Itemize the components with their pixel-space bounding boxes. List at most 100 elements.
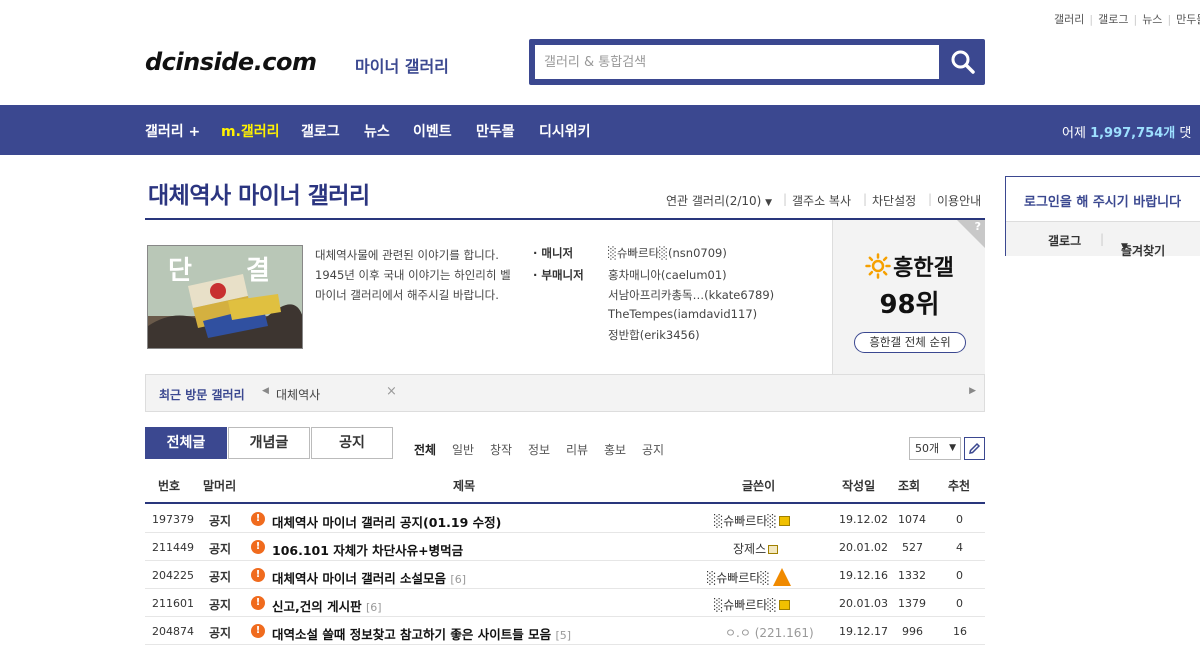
row-writer[interactable]: ㅇ.ㅇ (221.161) — [725, 624, 814, 641]
row-title[interactable]: 대체역사 마이너 갤러리 공지(01.19 수정) — [272, 512, 501, 531]
description-line: 1945년 이후 국내 이야기는 하인리히 벨 — [315, 268, 511, 282]
rank-all-button[interactable]: 흥한갤 전체 순위 — [854, 332, 966, 353]
search-button[interactable] — [940, 39, 985, 85]
yesterday-label: 어제 — [1062, 126, 1086, 141]
table-row: 211449 공지 ! 106.101 자체가 차단사유+병먹금 장제스 20.… — [145, 533, 985, 561]
yesterday-tail: 댓 — [1179, 126, 1192, 141]
sub-manager-name[interactable]: TheTempes(iamdavid117) — [608, 307, 757, 321]
category-notice[interactable]: 공지 — [642, 441, 664, 458]
nav-gallog[interactable]: 갤로그 — [301, 121, 340, 141]
page-size-select[interactable]: 50개 ▼ — [909, 437, 961, 460]
caret-down-icon: ▼ — [765, 198, 773, 208]
col-date: 작성일 — [842, 479, 876, 493]
copy-address-link[interactable]: 갤주소 복사 — [792, 192, 851, 209]
rank-label: 흥한갤 — [833, 250, 986, 282]
row-title[interactable]: 신고,건의 게시판 [6] — [272, 596, 382, 615]
row-number: 204225 — [152, 569, 194, 582]
prev-arrow-icon[interactable]: ◀ — [262, 386, 269, 396]
row-writer[interactable]: ░슈빠르타░ — [714, 596, 790, 613]
logo-subtitle[interactable]: 마이너 갤러리 — [355, 53, 449, 77]
category-general[interactable]: 일반 — [452, 441, 474, 458]
manager-label: · 매니저 — [533, 246, 574, 260]
sub-manager-name[interactable]: 정반합(erik3456) — [608, 327, 700, 343]
help-icon[interactable]: ? — [975, 220, 981, 233]
nav-wiki[interactable]: 디시위키 — [539, 121, 591, 141]
row-writer[interactable]: ░슈빠르타░ — [714, 512, 790, 529]
nav-gallery[interactable]: 갤러리 + — [145, 121, 200, 141]
related-galleries-link[interactable]: 연관 갤러리(2/10) ▼ — [666, 192, 772, 209]
recent-galleries: 최근 방문 갤러리 ◀ 대체역사 × ▶ — [145, 374, 985, 412]
nav-event[interactable]: 이벤트 — [413, 121, 452, 141]
category-all[interactable]: 전체 — [414, 441, 436, 458]
login-links: 갤로그 | 즐겨찾기 ▼ — [1006, 221, 1200, 258]
description-line: 마이너 갤러리에서 해주시길 바랍니다. — [315, 288, 499, 302]
row-date: 20.01.03 — [839, 597, 888, 610]
cone-icon — [772, 568, 791, 586]
row-date: 20.01.02 — [839, 541, 888, 554]
row-head: 공지 — [209, 570, 232, 584]
sub-manager-name[interactable]: 서남아프리카총독…(kkate6789) — [608, 287, 774, 303]
category-info[interactable]: 정보 — [528, 441, 550, 458]
notice-icon: ! — [251, 596, 265, 610]
row-date: 19.12.16 — [839, 569, 888, 582]
top-link-mall[interactable]: 만두몰 — [1176, 13, 1200, 26]
block-settings-link[interactable]: 차단설정 — [872, 192, 916, 209]
category-review[interactable]: 리뷰 — [566, 441, 588, 458]
site-logo[interactable]: dcinside.com — [145, 48, 317, 76]
thumb-text-2: 결 — [246, 256, 270, 286]
write-button[interactable] — [964, 437, 985, 460]
login-message[interactable]: 로그인을 해 주시기 바랍니다 — [1024, 191, 1181, 210]
tab-all[interactable]: 전체글 — [145, 427, 227, 459]
caret-down-icon: ▼ — [1121, 242, 1128, 252]
usage-guide-link[interactable]: 이용안내 — [937, 192, 981, 209]
row-title[interactable]: 대체역사 마이너 갤러리 소설모음 [6] — [272, 568, 466, 587]
row-views: 1379 — [898, 597, 926, 610]
main-nav: 갤러리 + m.갤러리 갤로그 뉴스 이벤트 만두몰 디시위키 어제 1,997… — [0, 105, 1200, 155]
close-icon[interactable]: × — [386, 384, 397, 399]
row-likes: 0 — [956, 513, 963, 526]
col-writer: 글쓴이 — [742, 479, 776, 493]
page-size-value: 50개 — [915, 442, 940, 455]
category-creative[interactable]: 창작 — [490, 441, 512, 458]
row-head: 공지 — [209, 626, 232, 640]
nav-news[interactable]: 뉴스 — [364, 121, 390, 141]
next-arrow-icon[interactable]: ▶ — [969, 386, 976, 396]
nav-mall[interactable]: 만두몰 — [476, 121, 515, 141]
search-input[interactable] — [535, 45, 939, 79]
col-head: 말머리 — [203, 479, 237, 493]
top-link-gallery[interactable]: 갤러리 — [1054, 13, 1084, 26]
row-number: 204874 — [152, 625, 194, 638]
row-number: 197379 — [152, 513, 194, 526]
row-writer[interactable]: ░슈빠르타░ — [707, 568, 791, 586]
login-panel: 로그인을 해 주시기 바랍니다 갤로그 | 즐겨찾기 ▼ — [1005, 176, 1200, 258]
row-date: 19.12.17 — [839, 625, 888, 638]
table-row: 204225 공지 ! 대체역사 마이너 갤러리 소설모음 [6] ░슈빠르타░… — [145, 561, 985, 589]
row-title[interactable]: 106.101 자체가 차단사유+병먹금 — [272, 540, 463, 559]
manager-name[interactable]: ░슈빠르타░(nsn0709) — [608, 245, 727, 261]
row-head: 공지 — [209, 598, 232, 612]
gallery-title[interactable]: 대체역사 마이너 갤러리 — [148, 176, 370, 210]
row-likes: 0 — [956, 569, 963, 582]
nav-m-gallery[interactable]: m.갤러리 — [221, 121, 280, 141]
manager-badge-icon — [778, 516, 790, 526]
caret-down-icon: ▼ — [949, 443, 956, 453]
tab-notice[interactable]: 공지 — [311, 427, 393, 459]
top-link-news[interactable]: 뉴스 — [1142, 13, 1162, 26]
top-link-gallog[interactable]: 갤로그 — [1098, 13, 1128, 26]
notice-icon: ! — [251, 512, 265, 526]
gallery-description: 대체역사물에 관련된 이야기를 합니다. 1945년 이후 국내 이야기는 하인… — [315, 245, 525, 305]
row-head: 공지 — [209, 542, 232, 556]
notice-icon: ! — [251, 568, 265, 582]
col-views: 조회 — [898, 479, 921, 493]
row-date: 19.12.02 — [839, 513, 888, 526]
sub-manager-name[interactable]: 홍차매니아(caelum01) — [608, 267, 727, 283]
row-likes: 0 — [956, 597, 963, 610]
row-writer[interactable]: 장제스 — [733, 540, 779, 557]
category-promo[interactable]: 홍보 — [604, 441, 626, 458]
gallog-link[interactable]: 갤로그 — [1048, 232, 1081, 249]
recent-item[interactable]: 대체역사 — [276, 386, 320, 403]
related-galleries-label: 연관 갤러리(2/10) — [666, 194, 762, 208]
tab-concept[interactable]: 개념글 — [228, 427, 310, 459]
notice-icon: ! — [251, 540, 265, 554]
row-title[interactable]: 대역소설 쓸때 정보찾고 참고하기 좋은 사이트들 모음 [5] — [272, 624, 571, 643]
